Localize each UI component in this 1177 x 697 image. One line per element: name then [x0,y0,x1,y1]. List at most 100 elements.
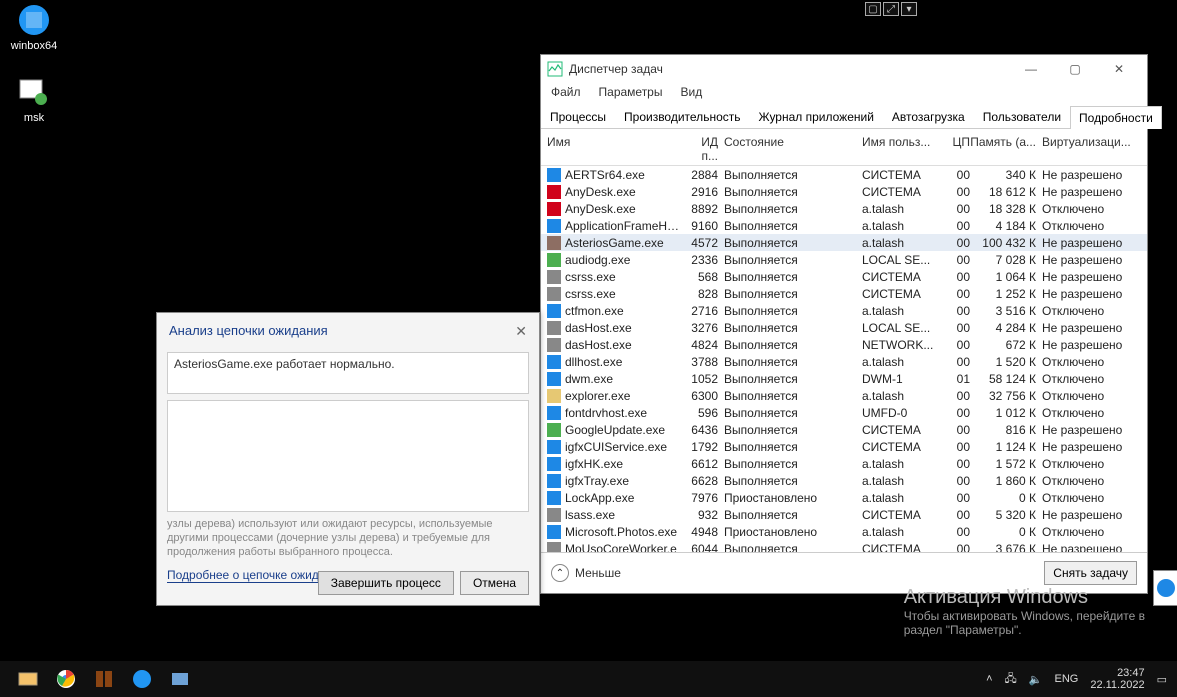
teamviewer-tab[interactable] [1153,570,1177,606]
cell-name: dllhost.exe [565,355,682,369]
cell-name: MoUsoCoreWorker.e [565,542,682,553]
cell-pid: 596 [682,406,724,420]
tray-notification-icon[interactable]: ▭ [1157,673,1167,686]
cell-name: ApplicationFrameHo... [565,219,682,233]
cancel-button[interactable]: Отмена [460,571,529,595]
col-mem[interactable]: Память (а... [970,135,1042,163]
table-row[interactable]: audiodg.exe2336ВыполняетсяLOCAL SE...007… [541,251,1147,268]
chrome-icon[interactable] [54,667,78,691]
taskbar-tray: ˄ 🖧 🔈 ENG 23:47 22.11.2022 ▭ [986,667,1177,691]
table-row[interactable]: csrss.exe568ВыполняетсяСИСТЕМА001 064 КН… [541,268,1147,285]
tray-network-icon[interactable]: 🖧 [1005,670,1017,689]
cell-pid: 1052 [682,372,724,386]
menu-view[interactable]: Вид [680,85,702,99]
table-row[interactable]: AnyDesk.exe8892Выполняетсяa.talash0018 3… [541,200,1147,217]
cell-pid: 6300 [682,389,724,403]
table-row[interactable]: igfxHK.exe6612Выполняетсяa.talash001 572… [541,455,1147,472]
table-row[interactable]: AERTSr64.exe2884ВыполняетсяСИСТЕМА00340 … [541,166,1147,183]
desktop-icon-msk[interactable]: msk [2,74,66,124]
process-icon [547,185,561,199]
tab-performance[interactable]: Производительность [615,105,749,128]
tray-language[interactable]: ENG [1055,673,1079,685]
table-row[interactable]: lsass.exe932ВыполняетсяСИСТЕМА005 320 КН… [541,506,1147,523]
maximize-button[interactable]: ▢ [1053,55,1097,83]
col-name[interactable]: Имя [547,135,682,163]
dlg-note-text: узлы дерева) используют или ожидают ресу… [167,518,529,562]
cell-virt: Не разрешено [1042,542,1136,553]
table-row[interactable]: fontdrvhost.exe596ВыполняетсяUMFD-0001 0… [541,404,1147,421]
minimize-button[interactable]: — [1009,55,1053,83]
app-icon[interactable] [130,667,154,691]
menu-file[interactable]: Файл [551,85,581,99]
table-row[interactable]: ApplicationFrameHo...9160Выполняетсяa.ta… [541,217,1147,234]
tab-services[interactable]: Службы [1162,105,1177,128]
cell-mem: 0 К [970,525,1042,539]
table-row[interactable]: GoogleUpdate.exe6436ВыполняетсяСИСТЕМА00… [541,421,1147,438]
tab-app-history[interactable]: Журнал приложений [750,105,883,128]
table-row[interactable]: igfxCUIService.exe1792ВыполняетсяСИСТЕМА… [541,438,1147,455]
tab-details[interactable]: Подробности [1070,106,1162,129]
app-icon[interactable] [168,667,192,691]
cell-mem: 100 432 К [970,236,1042,250]
table-row[interactable]: dwm.exe1052ВыполняетсяDWM-10158 124 КОтк… [541,370,1147,387]
tray-chevron-icon[interactable]: ˄ [986,673,992,685]
dlg-tree-area [167,400,529,512]
cell-state: Выполняется [724,338,862,352]
cell-state: Выполняется [724,219,862,233]
cell-pid: 932 [682,508,724,522]
table-row[interactable]: ctfmon.exe2716Выполняетсяa.talash003 516… [541,302,1147,319]
tray-clock[interactable]: 23:47 22.11.2022 [1090,667,1144,691]
table-row[interactable]: AnyDesk.exe2916ВыполняетсяСИСТЕМА0018 61… [541,183,1147,200]
end-process-button[interactable]: Завершить процесс [318,571,454,595]
app-icon[interactable] [92,667,116,691]
cell-user: a.talash [862,474,946,488]
col-pid[interactable]: ИД п... [682,135,724,163]
activation-watermark: Активация Windows Чтобы активировать Win… [904,586,1145,637]
table-row[interactable]: dllhost.exe3788Выполняетсяa.talash001 52… [541,353,1147,370]
cell-virt: Отключено [1042,491,1136,505]
cell-cpu: 00 [946,270,970,284]
cell-user: a.talash [862,304,946,318]
process-icon [547,389,561,403]
desktop-icon-winbox[interactable]: winbox64 [2,2,66,52]
cell-mem: 4 184 К [970,219,1042,233]
cell-mem: 18 612 К [970,185,1042,199]
col-user[interactable]: Имя польз... [862,135,946,163]
col-virt[interactable]: Виртуализаци... [1042,135,1136,163]
fewer-toggle[interactable]: ⌃ Меньше [551,564,621,582]
table-row[interactable]: igfxTray.exe6628Выполняетсяa.talash001 8… [541,472,1147,489]
cell-pid: 9160 [682,219,724,233]
close-button[interactable]: ✕ [1097,55,1141,83]
toolbar-btn[interactable]: ⤢ [883,2,899,16]
cell-cpu: 00 [946,355,970,369]
tab-processes[interactable]: Процессы [541,105,615,128]
tab-startup[interactable]: Автозагрузка [883,105,974,128]
process-icon [547,270,561,284]
table-row[interactable]: LockApp.exe7976Приостановленоa.talash000… [541,489,1147,506]
file-explorer-icon[interactable] [16,667,40,691]
table-row[interactable]: csrss.exe828ВыполняетсяСИСТЕМА001 252 КН… [541,285,1147,302]
col-cpu[interactable]: ЦП [946,135,970,163]
cell-name: lsass.exe [565,508,682,522]
process-icon [547,474,561,488]
toolbar-btn[interactable]: ▾ [901,2,917,16]
table-row[interactable]: dasHost.exe4824ВыполняетсяNETWORK...0067… [541,336,1147,353]
tm-titlebar[interactable]: Диспетчер задач — ▢ ✕ [541,55,1147,83]
table-row[interactable]: Microsoft.Photos.exe4948Приостановленоa.… [541,523,1147,540]
table-row[interactable]: dasHost.exe3276ВыполняетсяLOCAL SE...004… [541,319,1147,336]
table-row[interactable]: explorer.exe6300Выполняетсяa.talash0032 … [541,387,1147,404]
tray-volume-icon[interactable]: 🔈 [1029,673,1043,686]
cell-state: Приостановлено [724,525,862,539]
end-task-button[interactable]: Снять задачу [1044,561,1137,585]
dlg-buttons: Завершить процесс Отмена [318,571,529,595]
col-state[interactable]: Состояние [724,135,862,163]
tab-users[interactable]: Пользователи [974,105,1070,128]
menu-options[interactable]: Параметры [599,85,663,99]
dlg-titlebar[interactable]: Анализ цепочки ожидания ✕ [157,313,539,346]
table-row[interactable]: AsteriosGame.exe4572Выполняетсяa.talash0… [541,234,1147,251]
toolbar-btn[interactable]: ▢ [865,2,881,16]
table-row[interactable]: MoUsoCoreWorker.e6044ВыполняетсяСИСТЕМА0… [541,540,1147,552]
cell-name: LockApp.exe [565,491,682,505]
cell-pid: 1792 [682,440,724,454]
dlg-close-icon[interactable]: ✕ [515,323,527,340]
